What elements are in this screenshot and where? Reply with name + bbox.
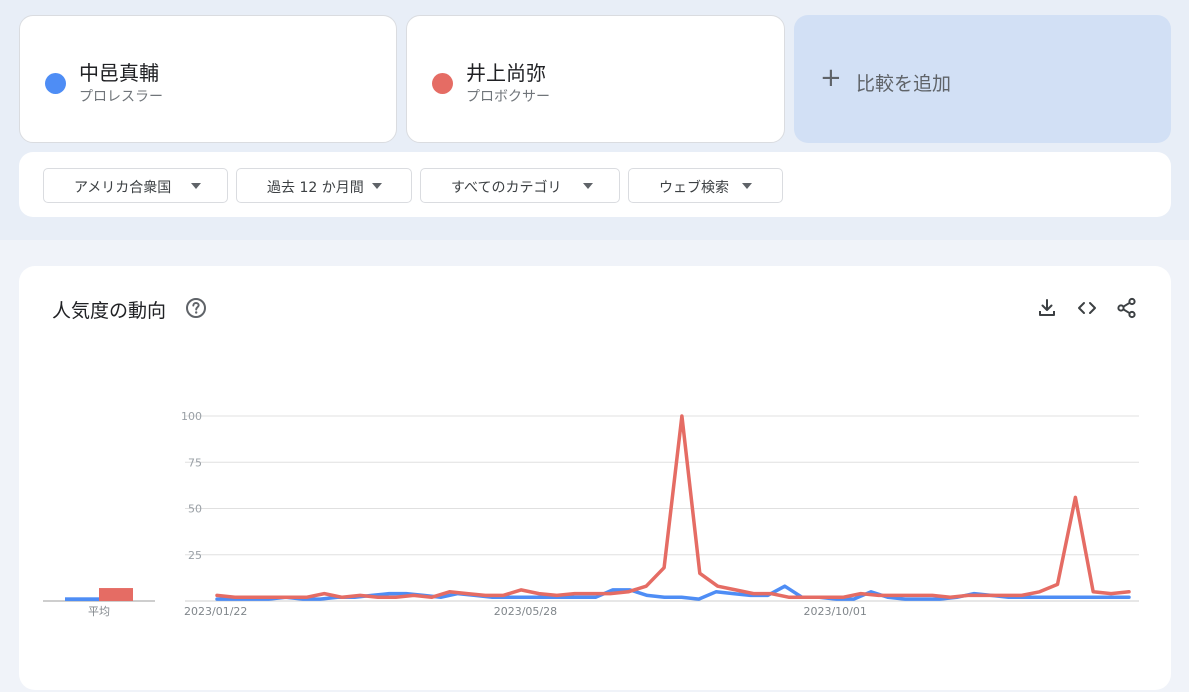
average-bar	[99, 588, 133, 601]
period-value: 過去 12 か月間	[267, 180, 364, 196]
search-type-dropdown[interactable]: ウェブ検索	[628, 168, 783, 203]
y-tick-label: 25	[188, 549, 202, 562]
term-name: 井上尚弥	[466, 61, 546, 85]
x-tick-label: 2023/05/28	[494, 605, 557, 618]
category-dropdown[interactable]: すべてのカテゴリ	[420, 168, 620, 203]
average-label: 平均	[88, 605, 110, 618]
term-card-2[interactable]: 井上尚弥 プロボクサー	[406, 15, 785, 143]
search-type-value: ウェブ検索	[659, 180, 729, 196]
caret-down-icon	[742, 183, 752, 189]
region-value: アメリカ合衆国	[74, 180, 172, 196]
term-category: プロボクサー	[466, 89, 550, 105]
trend-chart: 100 75 50 25 2023/01/22 2023/05/28 2023/10/01 平…	[43, 410, 1139, 618]
x-tick-label: 2023/01/22	[184, 605, 247, 618]
plus-icon: +	[820, 63, 842, 93]
add-compare-button[interactable]: + 比較を追加	[794, 15, 1171, 143]
period-dropdown[interactable]: 過去 12 か月間	[236, 168, 412, 203]
caret-down-icon	[191, 183, 201, 189]
region-dropdown[interactable]: アメリカ合衆国	[43, 168, 228, 203]
filter-bar: アメリカ合衆国 過去 12 か月間 すべてのカテゴリ ウェブ検索	[19, 152, 1171, 217]
y-tick-label: 75	[188, 456, 202, 469]
interest-over-time-card: 人気度の動向 100 75 50 25 2023/01/22 2023/05/28 2023…	[19, 266, 1171, 690]
y-tick-label: 100	[181, 410, 202, 423]
y-tick-label: 50	[188, 503, 202, 516]
term-category: プロレスラー	[79, 89, 163, 105]
caret-down-icon	[583, 183, 593, 189]
term-name: 中邑真輔	[79, 61, 159, 85]
series-color-dot	[432, 73, 453, 94]
series-line-2	[215, 414, 1131, 600]
average-bar	[65, 597, 99, 601]
caret-down-icon	[372, 183, 382, 189]
series-color-dot	[45, 73, 66, 94]
category-value: すべてのカテゴリ	[451, 180, 562, 196]
term-card-1[interactable]: 中邑真輔 プロレスラー	[19, 15, 397, 143]
add-compare-label: 比較を追加	[856, 73, 952, 95]
x-tick-label: 2023/10/01	[803, 605, 866, 618]
